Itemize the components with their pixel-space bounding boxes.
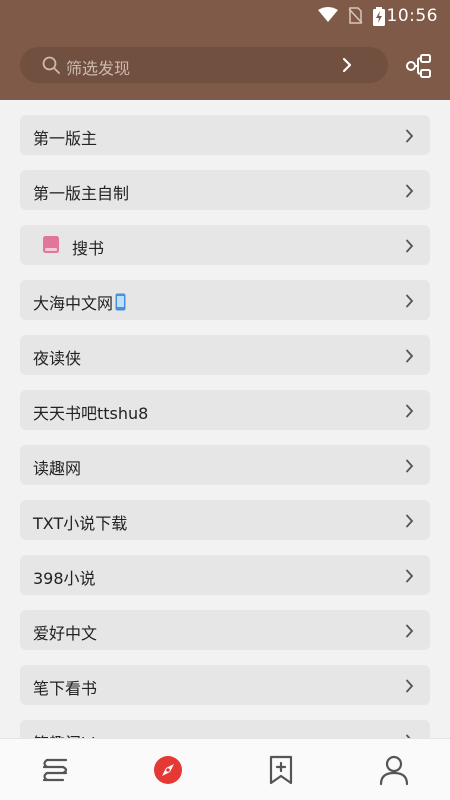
- list-item-label: 笔趣阁hk: [33, 730, 100, 738]
- list-item-label: 第一版主自制: [33, 184, 130, 203]
- list-item-label: 搜书: [72, 239, 105, 258]
- list-item-label: 笔下看书: [33, 679, 98, 698]
- compass-icon[interactable]: [151, 753, 185, 787]
- chevron-right-icon: [405, 293, 414, 312]
- app-header: 10:56 筛选发现: [0, 0, 450, 100]
- search-icon: [42, 56, 60, 78]
- chevron-right-icon: [405, 348, 414, 367]
- bookshelf-icon[interactable]: [39, 753, 73, 787]
- list-item[interactable]: 读趣网: [20, 445, 430, 485]
- bookmark-add-icon[interactable]: [264, 753, 298, 787]
- list-item-label: TXT小说下载: [33, 514, 128, 533]
- wifi-icon: [318, 7, 338, 27]
- list-item[interactable]: TXT小说下载: [20, 500, 430, 540]
- list-item-label: 读趣网: [33, 459, 82, 478]
- book-icon: [42, 235, 60, 258]
- list-item[interactable]: 第一版主自制: [20, 170, 430, 210]
- chevron-right-icon: [405, 403, 414, 422]
- search-bar[interactable]: 筛选发现: [20, 47, 388, 83]
- chevron-right-icon: [405, 183, 414, 202]
- list-item-label: 爱好中文: [33, 624, 98, 643]
- chevron-right-icon: [405, 128, 414, 147]
- tree-structure-icon[interactable]: [404, 51, 434, 81]
- list-item[interactable]: 搜书: [20, 225, 430, 265]
- list-item-label: 第一版主: [33, 129, 98, 148]
- list-item[interactable]: 天天书吧ttshu8: [20, 390, 430, 430]
- profile-icon[interactable]: [377, 753, 411, 787]
- bottom-nav: [0, 738, 450, 800]
- no-signal-icon: [347, 7, 363, 28]
- list-item[interactable]: 夜读侠: [20, 335, 430, 375]
- battery-charging-icon: [372, 7, 386, 30]
- list-item[interactable]: 笔下看书: [20, 665, 430, 705]
- list-item[interactable]: 398小说: [20, 555, 430, 595]
- list-item[interactable]: 爱好中文: [20, 610, 430, 650]
- chevron-right-icon[interactable]: [342, 57, 352, 77]
- list-item[interactable]: 笔趣阁hk: [20, 720, 430, 738]
- chevron-right-icon: [405, 238, 414, 257]
- phone-icon: [115, 293, 126, 315]
- list-item-label: 大海中文网: [33, 294, 114, 313]
- list-item-label: 天天书吧ttshu8: [33, 404, 149, 423]
- discover-list: 第一版主 第一版主自制 搜书 大海中文网 夜读侠 天天书吧ttshu8 读趣网 …: [0, 100, 450, 738]
- status-time: 10:56: [386, 6, 438, 26]
- search-input[interactable]: 筛选发现: [66, 55, 130, 79]
- chevron-right-icon: [405, 513, 414, 532]
- list-item-label: 夜读侠: [33, 349, 82, 368]
- chevron-right-icon: [405, 568, 414, 587]
- list-item[interactable]: 第一版主: [20, 115, 430, 155]
- list-item-label: 398小说: [33, 569, 96, 588]
- list-item[interactable]: 大海中文网: [20, 280, 430, 320]
- chevron-right-icon: [405, 678, 414, 697]
- chevron-right-icon: [405, 458, 414, 477]
- status-bar: 10:56: [0, 0, 450, 32]
- chevron-right-icon: [405, 623, 414, 642]
